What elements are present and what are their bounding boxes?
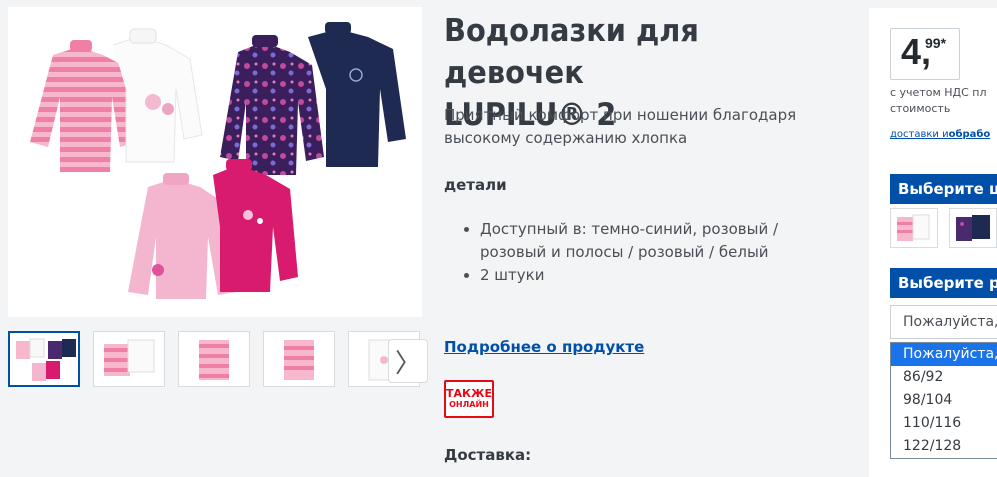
color-swatch-pink-white[interactable] bbox=[890, 208, 938, 248]
chevron-right-icon: 〉 bbox=[394, 348, 421, 379]
details-heading: детали bbox=[444, 176, 507, 194]
size-option[interactable]: 110/116 bbox=[891, 412, 997, 435]
price-box: 4, 99* bbox=[890, 28, 960, 80]
vat-line1: с учетом НДС пл bbox=[890, 86, 987, 99]
thumbnail-1[interactable] bbox=[8, 331, 80, 387]
choose-color-heading: Выберите цв bbox=[890, 174, 997, 204]
size-option[interactable]: 86/92 bbox=[891, 366, 997, 389]
purchase-panel: 4, 99* с учетом НДС пл стоимость доставк… bbox=[869, 8, 997, 477]
badge-line1: ТАКЖЕ bbox=[446, 387, 492, 400]
size-option[interactable]: 122/128 bbox=[891, 435, 997, 458]
delivery-heading: Доставка: bbox=[444, 446, 532, 464]
product-details-link[interactable]: Подробнее о продукте bbox=[444, 338, 644, 356]
thumbnail-2[interactable] bbox=[93, 331, 165, 387]
also-online-badge: ТАКЖЕ ОНЛАЙН bbox=[444, 380, 494, 418]
vat-line2: стоимость bbox=[890, 102, 951, 115]
choose-size-heading: Выберите ра bbox=[890, 268, 997, 298]
vat-note: с учетом НДС пл стоимость bbox=[890, 85, 997, 117]
product-main-image[interactable] bbox=[8, 7, 422, 317]
delivery-link-bold: обрабо bbox=[948, 129, 991, 140]
size-select[interactable]: Пожалуйста, bbox=[890, 305, 997, 339]
product-photo bbox=[30, 22, 406, 299]
feature-list: Доступный в: темно-синий, розовый / розо… bbox=[444, 218, 844, 287]
badge-line2: ОНЛАЙН bbox=[449, 400, 489, 409]
product-title-line1: Водолазки для девочек bbox=[444, 13, 699, 91]
delivery-costs-link[interactable]: доставки иобрабо bbox=[890, 129, 990, 140]
size-option-placeholder[interactable]: Пожалуйста, bbox=[891, 343, 997, 366]
feature-item: Доступный в: темно-синий, розовый / розо… bbox=[480, 218, 844, 264]
product-subtitle: Приятный комфорт при ношении благодаря в… bbox=[444, 106, 797, 147]
color-swatch-navy[interactable] bbox=[949, 208, 997, 248]
delivery-link-text: доставки и bbox=[890, 129, 949, 140]
size-dropdown: Пожалуйста, 86/92 98/104 110/116 122/128 bbox=[890, 342, 997, 459]
price-cents: 99* bbox=[925, 35, 947, 51]
gallery-next-button[interactable]: 〉 bbox=[388, 339, 428, 383]
feature-item: 2 штуки bbox=[480, 264, 844, 287]
thumbnail-4[interactable] bbox=[263, 331, 335, 387]
thumbnail-3[interactable] bbox=[178, 331, 250, 387]
size-option[interactable]: 98/104 bbox=[891, 389, 997, 412]
